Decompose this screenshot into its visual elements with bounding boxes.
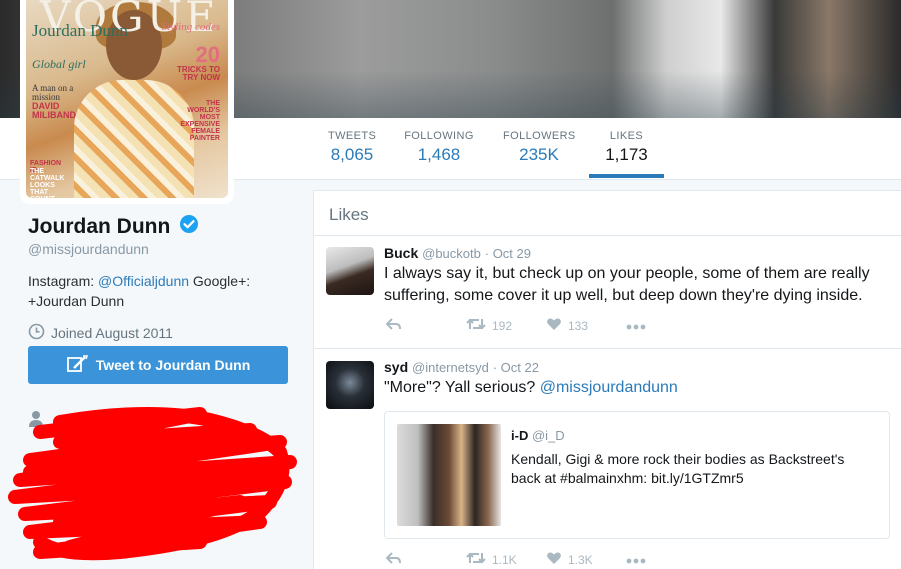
tweet-author-name[interactable]: Buck (384, 245, 418, 261)
like-button[interactable]: 133 (546, 317, 626, 334)
stat-value: 1,173 (605, 145, 648, 164)
cover-line: TRICKS TO TRY NOW (177, 65, 220, 82)
heart-icon (546, 551, 562, 568)
reply-icon (385, 551, 402, 568)
cover-name: Jourdan Dunn (32, 21, 128, 40)
quoted-tweet-text: Kendall, Gigi & more rock their bodies a… (511, 451, 845, 486)
tweet-header: syd @internetsyd · Oct 22 (384, 359, 539, 375)
quoted-tweet-header: i-D @i_D (511, 428, 565, 443)
stat-likes[interactable]: LIKES 1,173 (589, 130, 664, 165)
retweet-count: 192 (492, 318, 513, 333)
reply-icon (385, 317, 402, 334)
joined-text: Joined August 2011 (51, 325, 173, 341)
joined-date: Joined August 2011 (28, 323, 298, 343)
retweet-icon (466, 551, 486, 568)
like-count: 1.3K (568, 552, 593, 567)
bio-link[interactable]: @Officialjdunn (98, 273, 189, 289)
stat-label: TWEETS (328, 130, 377, 142)
tweet-timestamp[interactable]: · Oct 29 (485, 246, 531, 261)
divider (314, 348, 901, 349)
heart-icon (546, 317, 562, 334)
stat-value: 235K (519, 145, 559, 164)
more-icon (626, 319, 646, 333)
cover-line: THE WORLD'S MOST EXPENSIVE FEMALE PAINTE… (180, 100, 220, 142)
reply-button[interactable] (385, 317, 466, 334)
profile-handle[interactable]: @missjourdandunn (28, 241, 298, 257)
timeline-title: Likes (329, 205, 369, 224)
stat-label: FOLLOWING (404, 130, 474, 142)
tweet-actions: 1.1K 1.3K (385, 551, 646, 568)
quoted-tweet-card[interactable]: i-D @i_D Kendall, Gigi & more rock their… (384, 411, 890, 539)
tweet-header: Buck @buckotb · Oct 29 (384, 245, 531, 261)
profile-name[interactable]: Jourdan Dunn (28, 215, 170, 239)
tweet-text-body: "More"? Yall serious? (384, 379, 540, 396)
stat-value: 8,065 (330, 145, 374, 164)
cover-line: THE CATWALK LOOKS THAT COUNT (30, 168, 65, 198)
redaction-scribble (8, 406, 297, 561)
clock-icon (28, 323, 45, 343)
stat-label: LIKES (609, 130, 644, 142)
like-button[interactable]: 1.3K (546, 551, 626, 568)
compose-icon (66, 354, 88, 377)
retweet-button[interactable]: 1.1K (466, 551, 546, 568)
cover-tagline: Global girl (32, 57, 86, 71)
tweet-avatar[interactable] (326, 247, 374, 295)
stat-value: 1,468 (417, 145, 461, 164)
likes-timeline: Likes Buck @buckotb · Oct 29 I always sa… (313, 190, 901, 569)
tweet-to-label: Tweet to Jourdan Dunn (95, 357, 251, 373)
tweet-text: "More"? Yall serious? @missjourdandunn (384, 377, 890, 399)
reply-button[interactable] (385, 551, 466, 568)
tweet-avatar[interactable] (326, 361, 374, 409)
stat-following[interactable]: FOLLOWING 1,468 (404, 130, 474, 165)
verified-badge-icon (179, 214, 199, 239)
tweet-to-button[interactable]: Tweet to Jourdan Dunn (28, 346, 288, 384)
more-button[interactable] (626, 553, 646, 567)
more-icon (626, 553, 646, 567)
retweet-button[interactable]: 192 (466, 317, 546, 334)
cover-line: DAVID MILIBAND (32, 101, 76, 120)
stat-followers[interactable]: FOLLOWERS 235K (503, 130, 575, 165)
tweet-mention-link[interactable]: @missjourdandunn (540, 379, 678, 396)
tweet-author-name[interactable]: syd (384, 359, 408, 375)
retweet-icon (466, 317, 486, 334)
stat-label: FOLLOWERS (503, 130, 576, 142)
divider (314, 235, 901, 236)
more-button[interactable] (626, 319, 646, 333)
cover-line: Styling codes (161, 21, 220, 33)
bio-text: Instagram: (28, 273, 99, 289)
active-tab-indicator (589, 174, 664, 178)
avatar-image: VOGUE Jourdan Dunn Global girl A man on … (26, 0, 228, 198)
cover-line: A man on a mission (32, 83, 74, 102)
profile-card: Jourdan Dunn @missjourdandunn Instagram:… (28, 214, 298, 343)
tweet-text: I always say it, but check up on your pe… (384, 265, 870, 304)
tweet-author-handle[interactable]: @internetsyd (412, 360, 489, 375)
tweet-timestamp[interactable]: · Oct 22 (493, 360, 539, 375)
profile-bio: Instagram: @Officialjdunn Google+: +Jour… (28, 271, 288, 311)
retweet-count: 1.1K (492, 552, 517, 567)
tweet-actions: 192 133 (385, 317, 646, 334)
profile-avatar[interactable]: VOGUE Jourdan Dunn Global girl A man on … (20, 0, 234, 204)
tweet-author-handle[interactable]: @buckotb (422, 246, 481, 261)
quoted-tweet-image (397, 424, 501, 526)
stat-tweets[interactable]: TWEETS 8,065 (328, 130, 376, 165)
like-count: 133 (568, 318, 589, 333)
quoted-author-name: i-D (511, 428, 529, 443)
quoted-author-handle: @i_D (531, 428, 565, 443)
